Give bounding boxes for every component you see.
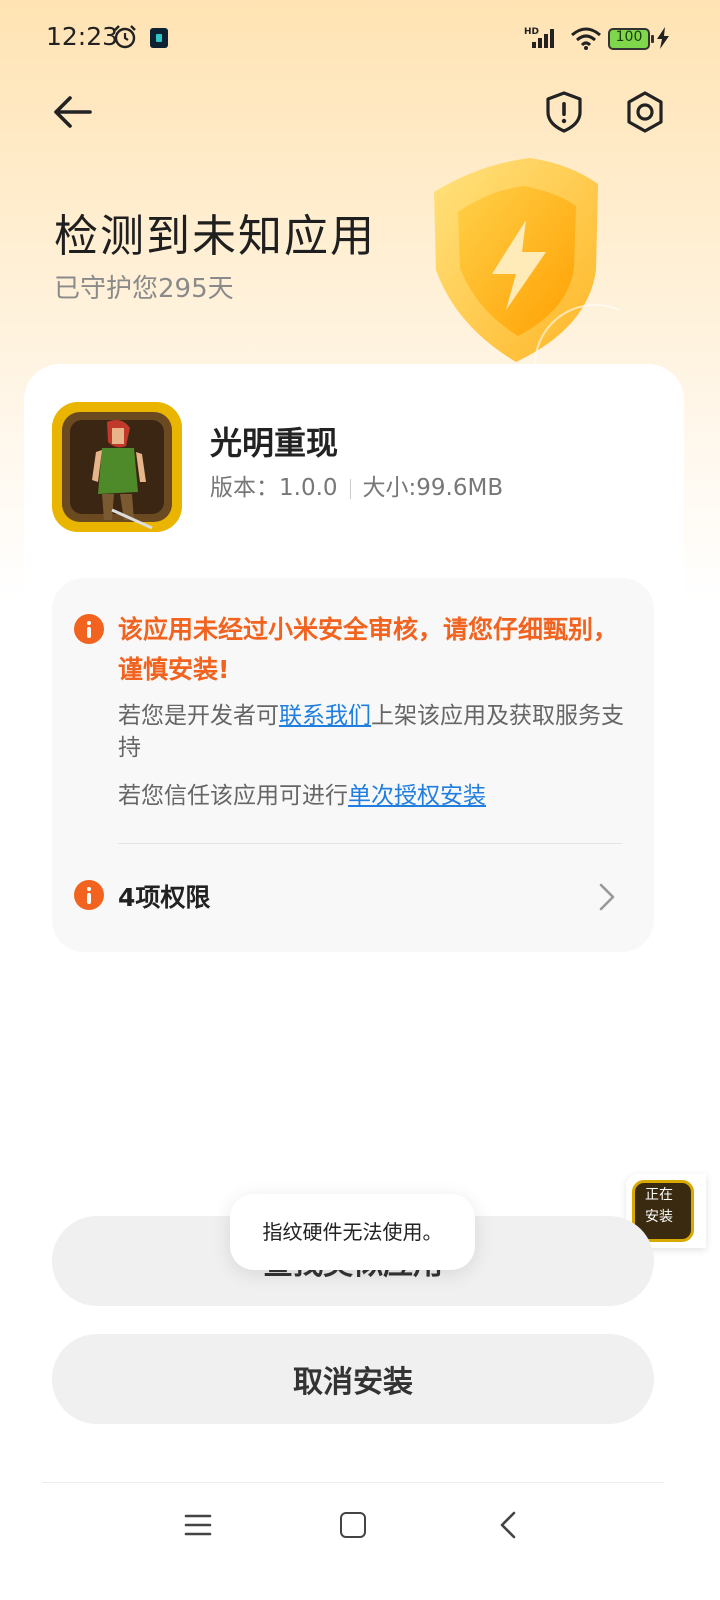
permissions-row[interactable]: 4项权限 bbox=[118, 878, 210, 914]
permissions-info-icon bbox=[74, 880, 104, 910]
charging-icon bbox=[657, 27, 669, 49]
alarm-icon bbox=[114, 25, 136, 49]
signal-icon: HD bbox=[524, 27, 554, 48]
toast-message: 指纹硬件无法使用。 bbox=[230, 1194, 475, 1270]
nav-divider bbox=[42, 1482, 664, 1483]
status-time: 12:23 bbox=[46, 22, 119, 51]
installing-status-text: 正在 安装 bbox=[634, 1184, 684, 1228]
wifi-icon bbox=[571, 27, 601, 50]
nav-back-icon[interactable] bbox=[498, 1510, 518, 1540]
app-meta: 版本：1.0.0 大小:99.6MB bbox=[210, 468, 503, 502]
status-bar: 12:23 HD 100 bbox=[0, 0, 720, 78]
app-version: 版本：1.0.0 bbox=[210, 475, 338, 501]
page-title: 检测到未知应用 bbox=[54, 211, 376, 262]
app-size: 大小:99.6MB bbox=[362, 475, 504, 501]
warning-info-icon bbox=[74, 614, 104, 644]
warning-title: 该应用未经过小米安全审核，请您仔细甄别，谨慎安装! bbox=[118, 615, 619, 684]
app-lock-icon bbox=[150, 28, 168, 48]
cancel-install-button[interactable]: 取消安装 bbox=[52, 1334, 654, 1424]
signal-hd-badge: HD bbox=[524, 27, 539, 37]
installing-line2: 安装 bbox=[645, 1209, 673, 1225]
developer-note: 若您是开发者可联系我们上架该应用及获取服务支持 bbox=[118, 700, 628, 764]
lightning-shield-icon bbox=[434, 158, 620, 370]
back-button[interactable] bbox=[48, 92, 96, 132]
trust-note: 若您信任该应用可进行单次授权安装 bbox=[118, 780, 628, 812]
installing-line1: 正在 bbox=[645, 1187, 673, 1203]
app-name: 光明重现 bbox=[210, 424, 339, 462]
settings-hexagon-icon[interactable] bbox=[624, 90, 666, 134]
page-subtitle: 已守护您295天 bbox=[54, 274, 234, 304]
contact-us-link[interactable]: 联系我们 bbox=[279, 703, 371, 729]
menu-icon[interactable] bbox=[184, 1512, 212, 1538]
home-icon[interactable] bbox=[340, 1512, 366, 1538]
developer-note-prefix: 若您是开发者可 bbox=[118, 703, 279, 729]
chevron-right-icon[interactable] bbox=[598, 882, 616, 912]
app-icon bbox=[52, 402, 182, 532]
meta-separator bbox=[349, 478, 351, 499]
battery-level: 100 bbox=[615, 29, 643, 45]
trust-note-prefix: 若您信任该应用可进行 bbox=[118, 783, 348, 809]
shield-alert-icon[interactable] bbox=[544, 90, 584, 134]
battery-icon: 100 bbox=[608, 28, 654, 50]
single-authorize-install-link[interactable]: 单次授权安装 bbox=[348, 783, 486, 809]
divider bbox=[118, 843, 622, 844]
